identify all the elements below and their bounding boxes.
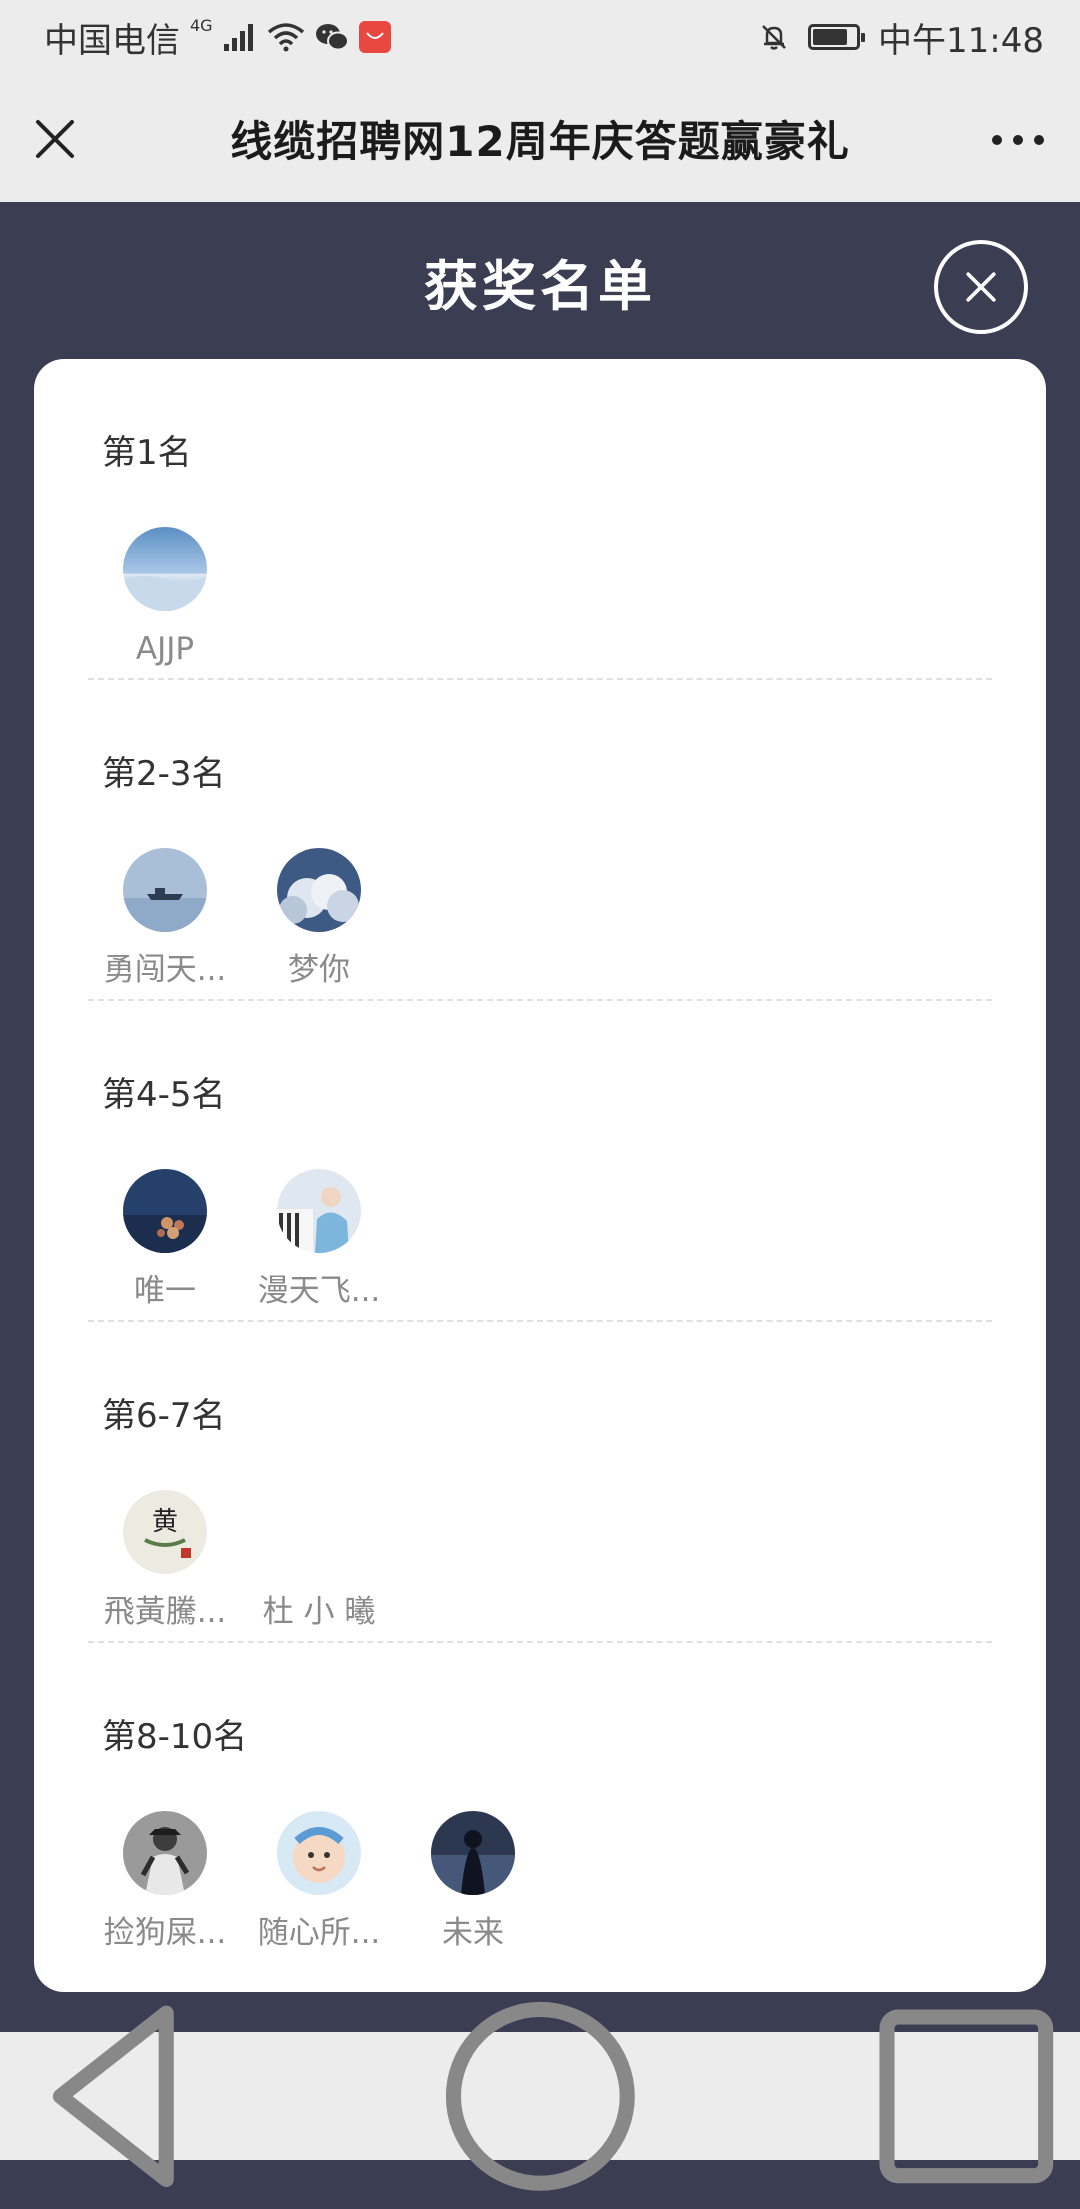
winner-item[interactable]: 漫天飞...	[242, 1169, 396, 1311]
winner-name: 未来	[442, 1915, 504, 1951]
winner-item[interactable]: AJJP	[88, 527, 242, 669]
winner-name: 随心所...	[257, 1915, 381, 1951]
huawei-app-icon	[358, 21, 391, 53]
winner-name: 杜 小 曦	[262, 1594, 376, 1630]
rank-label: 第8-10名	[93, 1709, 266, 1774]
avatar	[123, 1169, 207, 1253]
winner-list: 唯一 漫天飞...	[88, 1169, 396, 1311]
winner-item[interactable]: 黄飛黃騰...	[88, 1490, 242, 1632]
prize-section: 第1名 AJJP	[88, 359, 992, 680]
battery-icon	[808, 24, 866, 50]
prize-section: 第6-7名黄飛黃騰... 杜 小 曦	[88, 1322, 992, 1643]
winners-modal: 获奖名单 第1名 AJJP 第2-3名勇闯天... 梦你第4-5名唯一 漫天飞... 第6…	[0, 202, 1080, 2032]
signal-icon	[223, 24, 253, 51]
nav-bar: 线缆招聘网12周年庆答题赢豪礼	[0, 74, 1080, 202]
winner-name: 勇闯天...	[103, 952, 227, 988]
avatar-empty	[277, 1490, 361, 1574]
wifi-icon	[267, 23, 304, 52]
winner-list: 捡狗屎... 随心所... 未来	[88, 1811, 550, 1953]
rank-label: 第4-5名	[94, 1067, 244, 1132]
rank-label: 第6-7名	[94, 1388, 244, 1453]
winner-item[interactable]: 勇闯天...	[88, 848, 242, 990]
winner-name: 唯一	[134, 1273, 196, 1309]
more-options-icon[interactable]	[992, 130, 1044, 150]
winner-name: AJJP	[135, 631, 195, 667]
winner-item[interactable]: 捡狗屎...	[88, 1811, 242, 1953]
winner-list: AJJP	[88, 527, 242, 669]
winner-list: 勇闯天... 梦你	[88, 848, 396, 990]
recents-icon[interactable]	[853, 1983, 1080, 2209]
avatar	[277, 1811, 361, 1895]
status-time: 中午11:48	[878, 20, 1044, 61]
page-title: 线缆招聘网12周年庆答题赢豪礼	[230, 116, 850, 166]
winner-name: 捡狗屎...	[103, 1915, 227, 1951]
avatar: 黄	[123, 1490, 207, 1574]
winner-name: 漫天飞...	[257, 1273, 381, 1309]
status-bar: 中国电信 4G 中午11:48	[0, 0, 1080, 74]
avatar	[123, 1811, 207, 1895]
avatar	[277, 848, 361, 932]
home-icon[interactable]	[427, 1983, 654, 2209]
winner-item[interactable]: 梦你	[242, 848, 396, 990]
network-type: 4G	[190, 15, 213, 35]
system-nav-bar	[0, 2001, 1080, 2191]
winner-item[interactable]: 未来	[396, 1811, 550, 1953]
modal-title: 获奖名单	[424, 255, 656, 318]
mute-bell-icon	[762, 25, 786, 50]
wechat-icon	[315, 24, 349, 51]
carrier-label: 中国电信	[44, 20, 180, 61]
rank-label: 第2-3名	[94, 746, 244, 811]
winners-card: 第1名 AJJP 第2-3名勇闯天... 梦你第4-5名唯一 漫天飞... 第6-7名黄飛…	[34, 359, 1046, 1992]
avatar	[431, 1811, 515, 1895]
winner-item[interactable]: 杜 小 曦	[242, 1490, 396, 1632]
prize-section: 第4-5名唯一 漫天飞...	[88, 1001, 992, 1322]
winner-name: 梦你	[288, 952, 350, 988]
avatar	[277, 1169, 361, 1253]
rank-label: 第1名	[94, 425, 210, 490]
svg-text:黄: 黄	[152, 1507, 178, 1537]
winner-list: 黄飛黃騰... 杜 小 曦	[88, 1490, 396, 1632]
winner-item[interactable]: 随心所...	[242, 1811, 396, 1953]
winner-name: 飛黃騰...	[103, 1594, 227, 1630]
winner-item[interactable]: 唯一	[88, 1169, 242, 1311]
avatar	[123, 527, 207, 611]
prize-section: 第8-10名捡狗屎... 随心所... 未来	[88, 1643, 992, 1964]
close-icon[interactable]	[32, 116, 78, 162]
avatar	[123, 848, 207, 932]
prize-section: 第2-3名勇闯天... 梦你	[88, 680, 992, 1001]
modal-close-button[interactable]	[934, 240, 1028, 334]
back-icon[interactable]	[0, 1983, 227, 2209]
